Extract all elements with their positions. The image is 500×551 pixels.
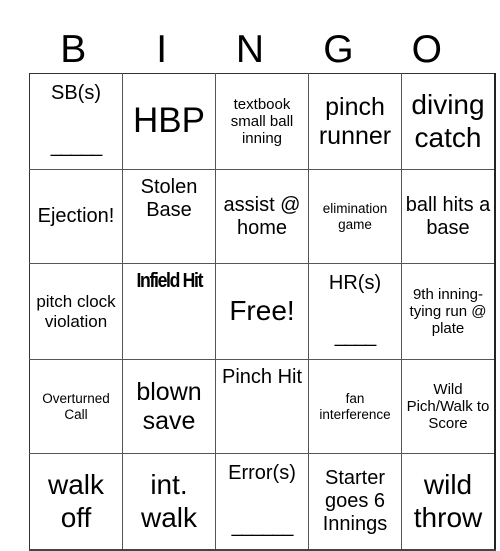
bingo-cell[interactable]: diving catch <box>401 73 496 170</box>
cell-label: Error(s) <box>228 462 296 484</box>
bingo-cell[interactable]: Overturned Call <box>29 359 123 454</box>
cell-label: SB(s) <box>51 82 101 104</box>
bingo-cell[interactable]: int. walk <box>122 453 216 551</box>
grid-row-1: SB(s) _____ HBP textbook small ball inni… <box>29 73 496 170</box>
cell-label: fan interference <box>319 390 391 422</box>
cell-label: wild throw <box>413 469 483 533</box>
header-letter-g: G <box>323 28 354 71</box>
bingo-cell[interactable]: walk off <box>29 453 123 551</box>
cell-label: assist @ home <box>223 193 301 239</box>
bingo-cell[interactable]: HR(s) ____ <box>308 263 402 360</box>
bingo-cell[interactable]: Error(s) ______ <box>215 453 309 551</box>
cell-blank-line: _____ <box>50 135 103 157</box>
cell-label: pinch runner <box>318 92 392 150</box>
grid-row-5: walk off int. walk Error(s) ______ Start… <box>29 453 496 551</box>
free-space[interactable]: Free! <box>215 263 309 360</box>
bingo-cell[interactable]: textbook small ball inning <box>215 73 309 170</box>
cell-label: Wild Pich/Walk to Score <box>406 380 490 433</box>
cell-label: HBP <box>133 101 205 141</box>
bingo-cell[interactable]: pinch runner <box>308 73 402 170</box>
bingo-header: B I N G O <box>29 27 471 73</box>
cell-label: Ejection! <box>37 205 115 227</box>
cell-label: blown save <box>136 377 202 435</box>
bingo-cell[interactable]: HBP <box>122 73 216 170</box>
cell-label: textbook small ball inning <box>230 95 294 148</box>
cell-label: Infield Hit <box>136 270 203 292</box>
cell-label: Overturned Call <box>42 390 110 422</box>
cell-blank-line: ____ <box>334 325 377 347</box>
cell-label: Pinch Hit <box>221 366 303 388</box>
bingo-cell[interactable]: Ejection! <box>29 169 123 264</box>
bingo-cell[interactable]: ball hits a base <box>401 169 496 264</box>
header-letter-n: N <box>235 28 265 71</box>
bingo-cell[interactable]: SB(s) _____ <box>29 73 123 170</box>
bingo-cell[interactable]: elimination game <box>308 169 402 264</box>
grid-row-4: Overturned Call blown save Pinch Hit fan… <box>29 359 496 454</box>
cell-label: Free! <box>229 295 295 327</box>
bingo-cell[interactable]: Infield Hit <box>122 263 216 360</box>
bingo-cell[interactable]: wild throw <box>401 453 496 551</box>
cell-label: diving catch <box>411 89 485 153</box>
bingo-cell[interactable]: fan interference <box>308 359 402 454</box>
bingo-cell[interactable]: Pinch Hit <box>215 359 309 454</box>
cell-label: Stolen Base <box>140 176 198 221</box>
cell-label: 9th inning-tying run @ plate <box>409 285 487 338</box>
cell-label: int. walk <box>140 469 197 533</box>
bingo-cell[interactable]: 9th inning-tying run @ plate <box>401 263 496 360</box>
grid-row-3: pitch clock violation Infield Hit Free! … <box>29 263 496 360</box>
bingo-cell[interactable]: assist @ home <box>215 169 309 264</box>
bingo-cell[interactable]: Starter goes 6 Innings <box>308 453 402 551</box>
cell-label: Starter goes 6 Innings <box>322 467 388 535</box>
header-letter-o: O <box>411 28 442 71</box>
bingo-cell[interactable]: pitch clock violation <box>29 263 123 360</box>
bingo-cell[interactable]: Stolen Base <box>122 169 216 264</box>
cell-label: elimination game <box>322 200 388 232</box>
grid-row-2: Ejection! Stolen Base assist @ home elim… <box>29 169 496 264</box>
cell-label: HR(s) <box>328 272 382 294</box>
cell-label: walk off <box>47 469 104 533</box>
header-letter-b: B <box>60 28 87 71</box>
bingo-grid: SB(s) _____ HBP textbook small ball inni… <box>29 73 496 551</box>
cell-blank-line: ______ <box>231 515 294 537</box>
cell-label: pitch clock violation <box>36 291 116 331</box>
cell-label: ball hits a base <box>405 193 491 239</box>
bingo-cell[interactable]: Wild Pich/Walk to Score <box>401 359 496 454</box>
header-letter-i: I <box>156 28 168 71</box>
bingo-cell[interactable]: blown save <box>122 359 216 454</box>
